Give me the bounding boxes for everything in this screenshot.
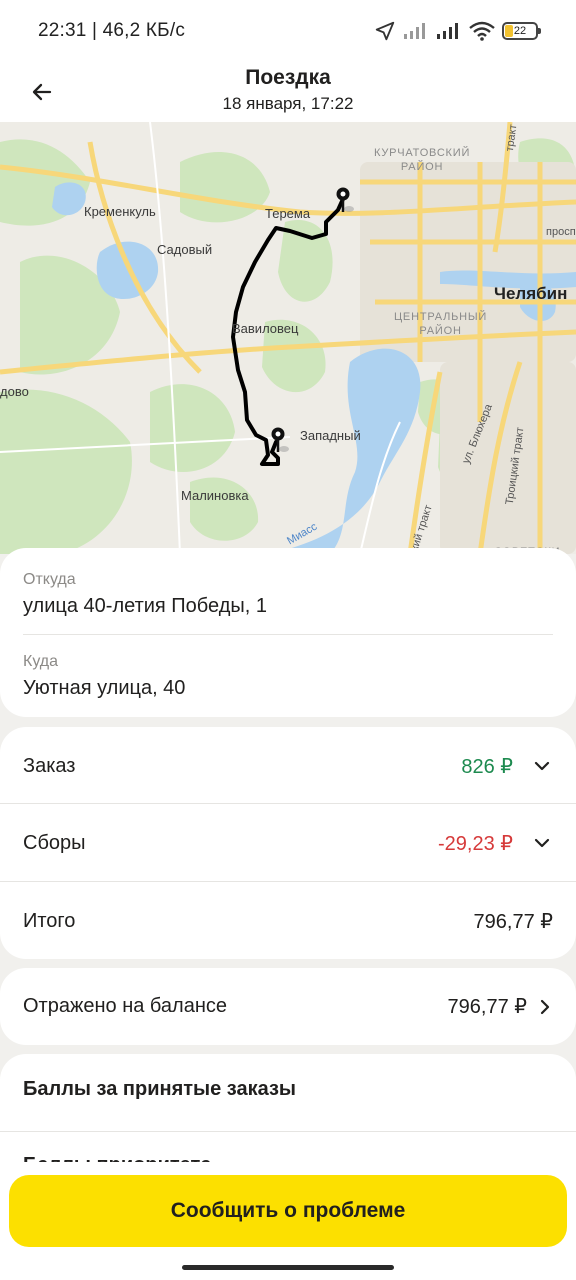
balance-card[interactable]: Отражено на балансе 796,77 ₽ bbox=[0, 968, 576, 1045]
map-label-zapadny: Западный bbox=[300, 428, 361, 443]
map-label-dovo: дово bbox=[0, 384, 29, 399]
balance-row[interactable]: Отражено на балансе 796,77 ₽ bbox=[0, 968, 576, 1045]
status-bar: 22:31 | 46,2 КБ/с 22 bbox=[0, 0, 576, 62]
trip-address-card: Откуда улица 40-летия Победы, 1 Куда Уют… bbox=[0, 548, 576, 717]
map-label-central: ЦЕНТРАЛЬНЫЙ РАЙОН bbox=[394, 310, 487, 338]
to-caption: Куда bbox=[23, 653, 59, 670]
map-label-sadovy: Садовый bbox=[157, 242, 213, 257]
fees-value: -29,23 ₽ bbox=[438, 832, 513, 855]
page-title: Поездка bbox=[245, 66, 331, 89]
page-subtitle: 18 января, 17:22 bbox=[222, 94, 354, 113]
report-problem-button[interactable]: Сообщить о проблеме bbox=[9, 1175, 567, 1247]
map-label-terema: Терема bbox=[265, 206, 311, 221]
fees-row[interactable]: Сборы -29,23 ₽ bbox=[0, 804, 576, 882]
map-label-central-line1: ЦЕНТРАЛЬНЫЙ bbox=[394, 311, 488, 323]
home-indicator[interactable] bbox=[182, 1265, 394, 1270]
balance-value: 796,77 ₽ bbox=[447, 996, 527, 1018]
end-pin-icon[interactable] bbox=[268, 425, 292, 455]
battery-icon: 22 bbox=[502, 22, 541, 40]
map-label-kurchatovsky-line1: КУРЧАТОВСКИЙ bbox=[374, 147, 471, 159]
signal-icon bbox=[437, 23, 458, 39]
status-icons: 22 bbox=[374, 20, 541, 42]
total-value: 796,77 ₽ bbox=[473, 910, 553, 933]
signal-icon bbox=[404, 23, 425, 39]
location-arrow-icon bbox=[375, 21, 395, 41]
fees-label: Сборы bbox=[23, 831, 86, 854]
points-title[interactable]: Баллы за принятые заказы bbox=[23, 1078, 296, 1101]
total-label: Итого bbox=[23, 909, 76, 932]
chevron-right-icon bbox=[537, 996, 553, 1018]
battery-level: 22 bbox=[513, 25, 527, 37]
total-row: Итого 796,77 ₽ bbox=[0, 882, 576, 960]
chevron-down-icon[interactable] bbox=[531, 832, 553, 854]
balance-label: Отражено на балансе bbox=[23, 995, 227, 1017]
from-caption: Откуда bbox=[23, 571, 76, 588]
map-label-malinovka: Малиновка bbox=[181, 488, 249, 503]
payment-card: Заказ 826 ₽ Сборы -29,23 ₽ Итого 796,77 … bbox=[0, 727, 576, 959]
header: Поездка 18 января, 17:22 bbox=[0, 62, 576, 122]
wifi-icon bbox=[469, 21, 495, 41]
map-label-vavilovets: Вавиловец bbox=[232, 321, 299, 336]
order-row[interactable]: Заказ 826 ₽ bbox=[0, 727, 576, 805]
status-time: 22:31 | 46,2 КБ/с bbox=[38, 20, 186, 41]
divider bbox=[23, 634, 553, 635]
order-value: 826 ₽ bbox=[461, 755, 513, 778]
to-block: Куда Уютная улица, 40 bbox=[23, 653, 553, 700]
map-label-central-line2: РАЙОН bbox=[419, 325, 462, 337]
order-label: Заказ bbox=[23, 754, 76, 777]
map-label-chelyabinsk: Челябин bbox=[494, 284, 568, 303]
to-address: Уютная улица, 40 bbox=[23, 677, 186, 699]
chevron-down-icon[interactable] bbox=[531, 755, 553, 777]
map-label-prosp: просп bbox=[546, 226, 576, 238]
map-label-kurchatovsky: КУРЧАТОВСКИЙ РАЙОН bbox=[374, 146, 470, 174]
divider bbox=[0, 1131, 576, 1132]
map-label-kurchatovsky-line2: РАЙОН bbox=[400, 161, 444, 173]
from-block: Откуда улица 40-летия Победы, 1 bbox=[23, 571, 553, 618]
route-map[interactable]: Кременкуль Терема Садовый Вавиловец Запа… bbox=[0, 122, 576, 554]
map-canvas[interactable] bbox=[0, 122, 576, 554]
from-address: улица 40-летия Победы, 1 bbox=[23, 595, 267, 617]
start-pin-icon[interactable] bbox=[333, 185, 357, 215]
map-label-kremenkul: Кременкуль bbox=[84, 204, 156, 219]
